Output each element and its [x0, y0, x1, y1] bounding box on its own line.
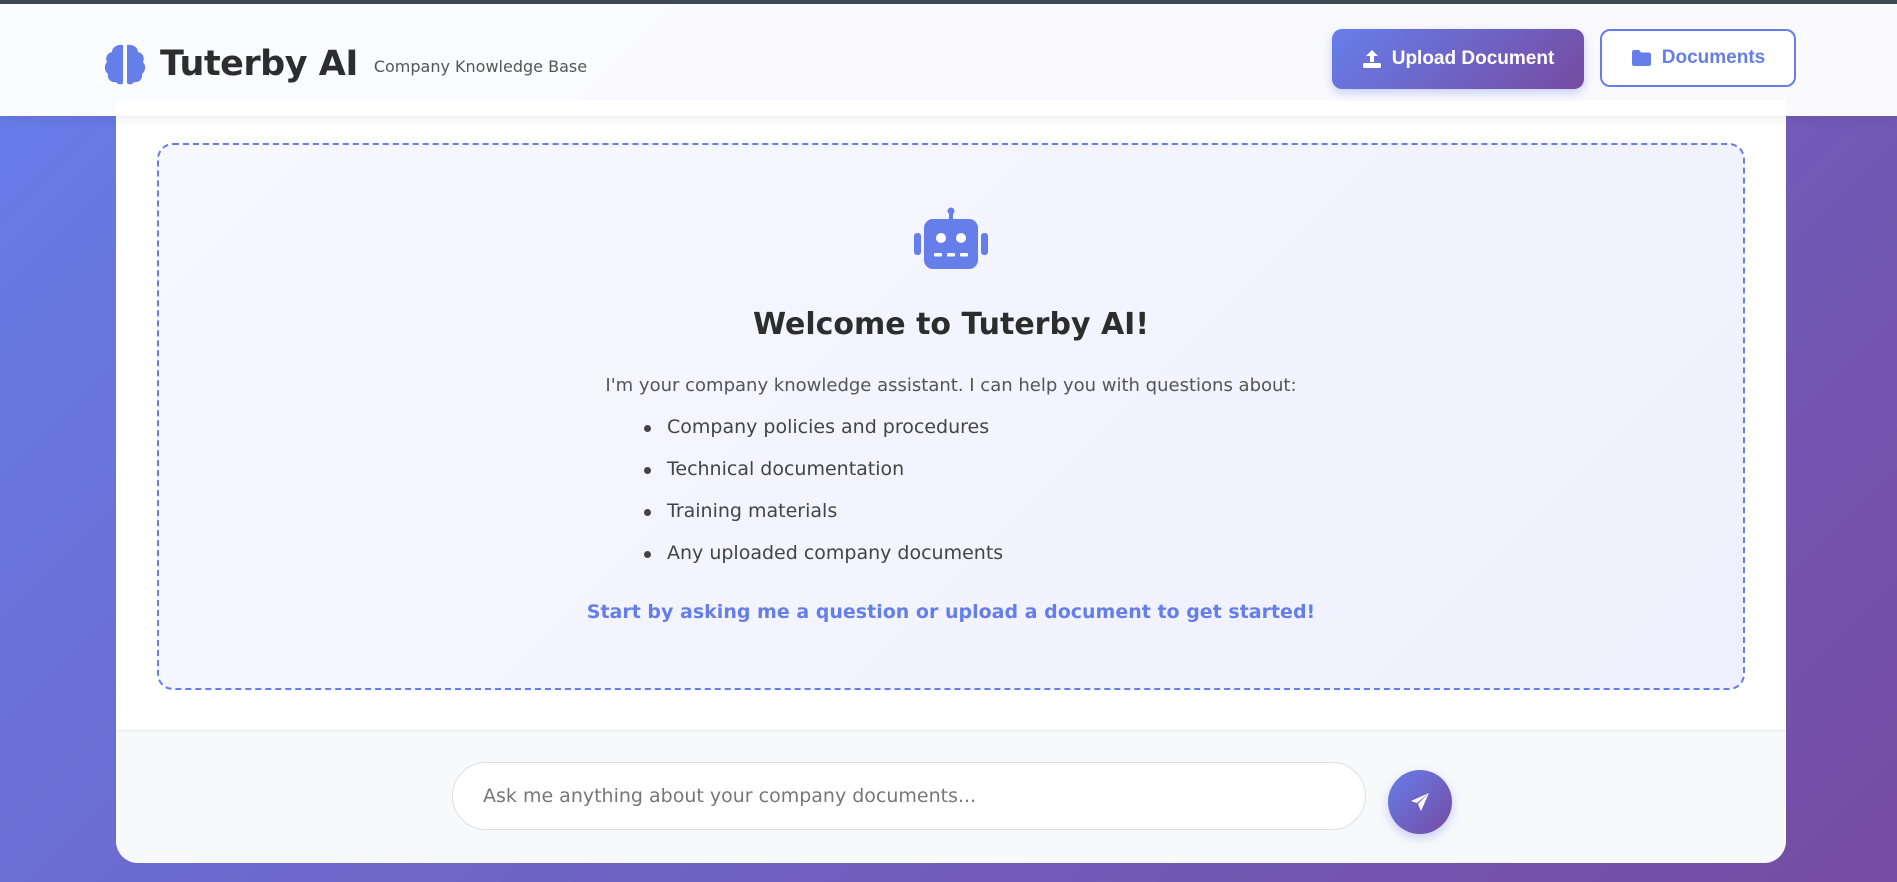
list-item: Any uploaded company documents — [631, 539, 1003, 581]
upload-document-label: Upload Document — [1391, 48, 1555, 69]
paper-plane-icon — [1410, 792, 1430, 812]
documents-label: Documents — [1661, 47, 1766, 68]
list-item: Technical documentation — [631, 455, 1003, 497]
app-subtitle: Company Knowledge Base — [373, 56, 588, 76]
topic-list: Company policies and procedures Technica… — [631, 413, 1003, 581]
chat-container: Welcome to Tuterby AI! I'm your company … — [116, 100, 1786, 863]
chat-input[interactable] — [452, 762, 1366, 830]
upload-icon — [1362, 49, 1382, 69]
documents-button[interactable]: Documents — [1600, 29, 1796, 87]
send-button[interactable] — [1388, 770, 1452, 834]
app-title: Tuterby AI — [160, 44, 358, 84]
robot-icon — [912, 207, 990, 271]
app-header: Tuterby AI Company Knowledge Base Upload… — [0, 4, 1897, 116]
welcome-title: Welcome to Tuterby AI! — [752, 307, 1150, 342]
list-item: Company policies and procedures — [631, 413, 1003, 455]
upload-document-button[interactable]: Upload Document — [1332, 29, 1584, 89]
brand: Tuterby AI Company Knowledge Base — [104, 38, 587, 90]
chat-input-area — [116, 730, 1786, 863]
folder-icon — [1631, 49, 1652, 67]
brain-icon — [104, 42, 146, 86]
welcome-message: Welcome to Tuterby AI! I'm your company … — [157, 143, 1745, 690]
list-item: Training materials — [631, 497, 1003, 539]
welcome-intro: I'm your company knowledge assistant. I … — [605, 375, 1297, 396]
welcome-cta: Start by asking me a question or upload … — [586, 601, 1316, 623]
